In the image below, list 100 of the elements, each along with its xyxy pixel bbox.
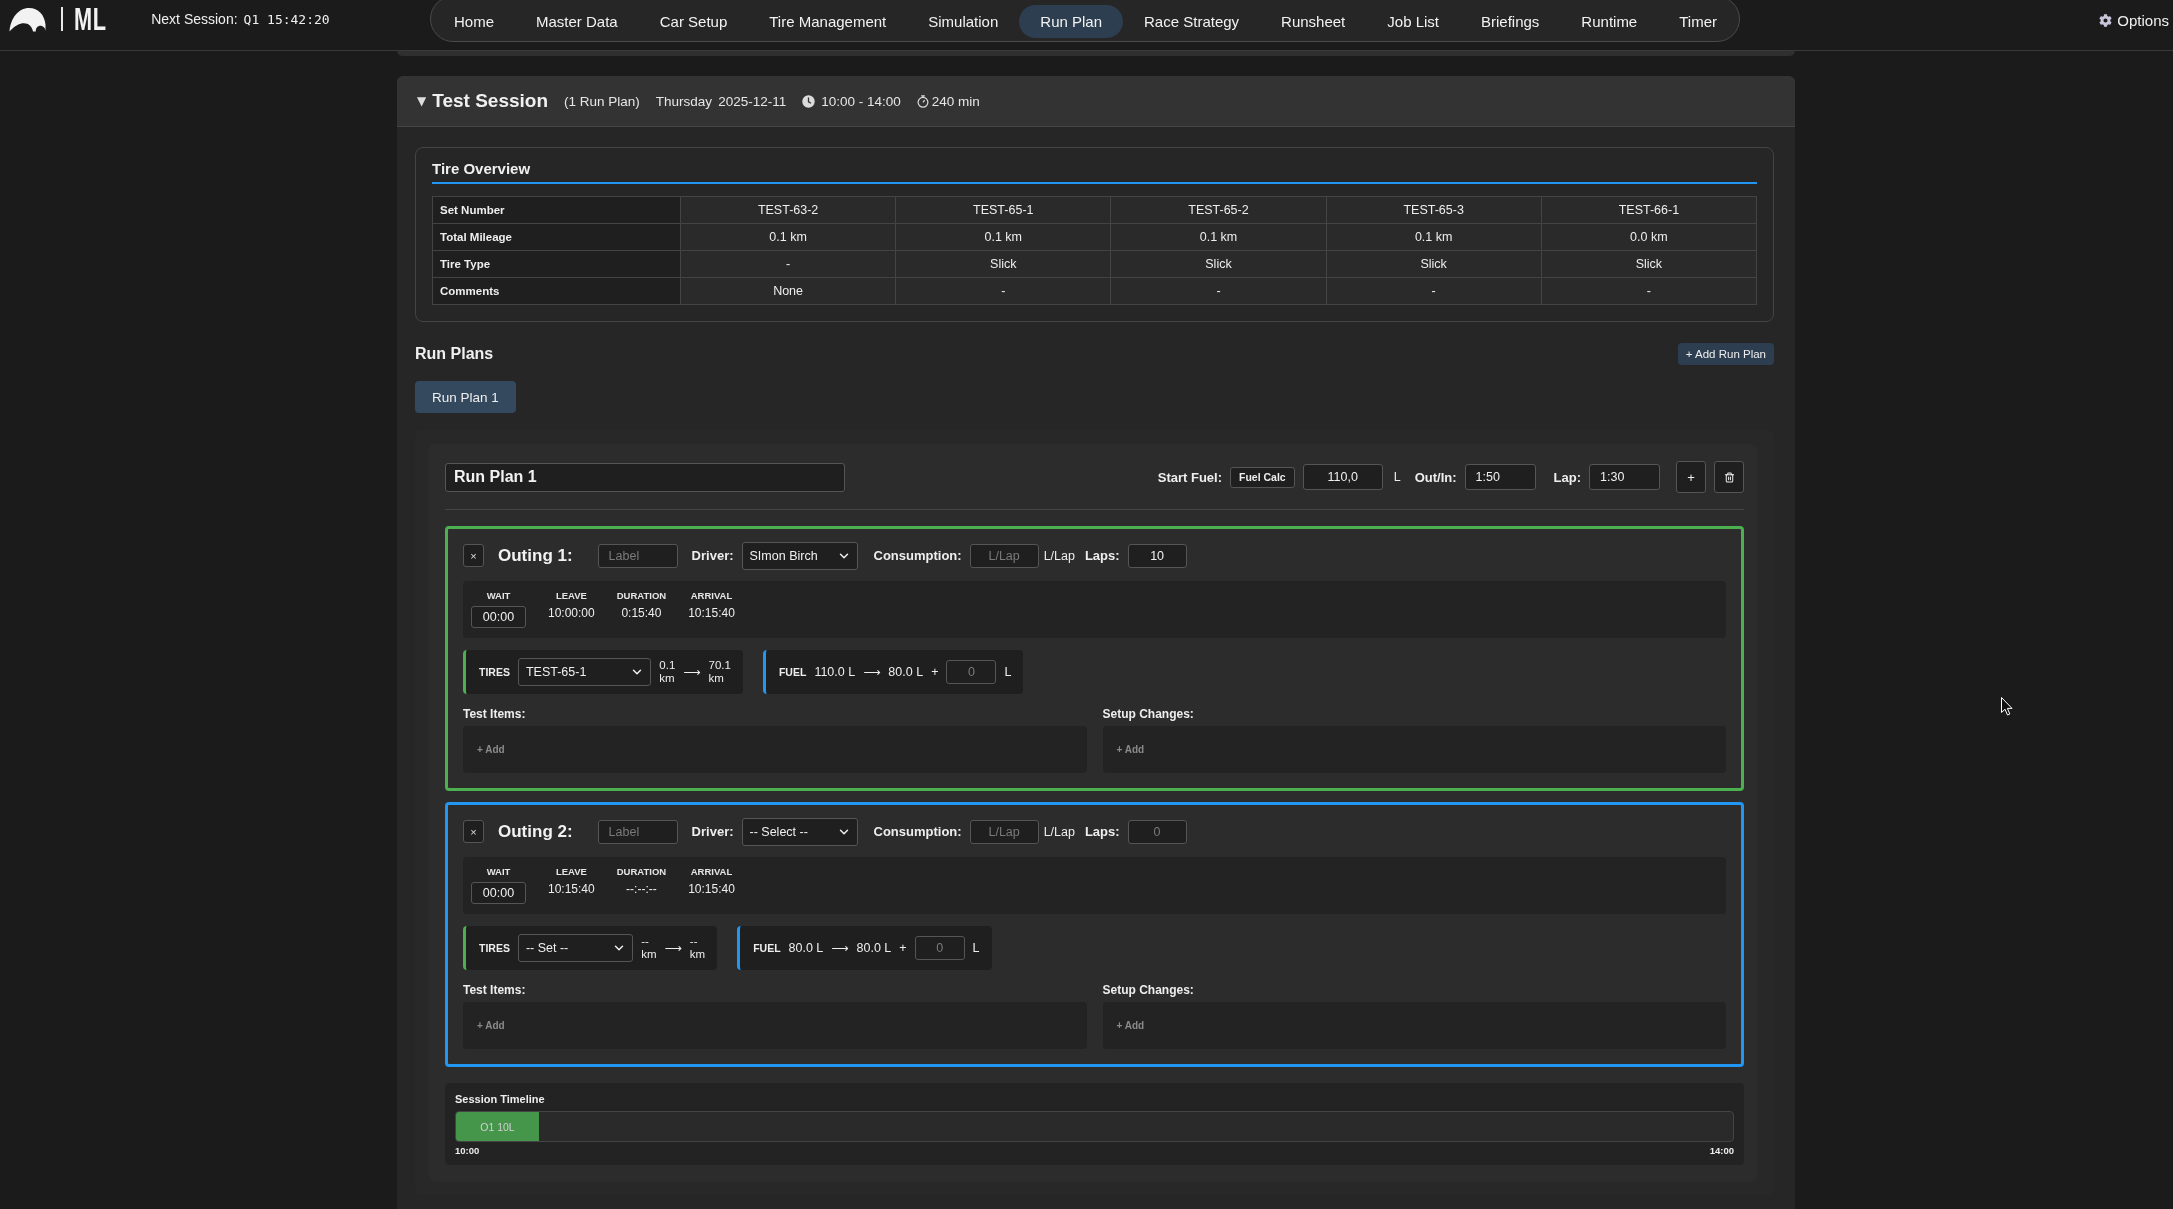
fuel-value: 110.0 L [814, 665, 856, 679]
time-axis-label: 14:00 [1709, 1145, 1734, 1156]
run-plan-tab[interactable]: Run Plan 1 [415, 381, 516, 413]
consumption-field[interactable]: L/Lap [969, 819, 1039, 844]
time-label: WAIT [486, 866, 511, 877]
run-plan-count: (1 Run Plan) [564, 93, 640, 109]
wait-field[interactable]: 00:00 [471, 882, 526, 904]
start-fuel-field[interactable]: 110,0 [1302, 464, 1383, 490]
consumption-field[interactable]: L/Lap [969, 543, 1039, 568]
mileage-value: 0.1 km [659, 659, 676, 685]
table-cell: 0.1 km [1326, 223, 1542, 251]
plus-sign: + [931, 665, 939, 679]
laps-field[interactable]: 10 [1127, 543, 1187, 568]
fuel-calc-button[interactable]: Fuel Calc [1230, 466, 1295, 488]
nav-tab[interactable]: Car Setup [638, 4, 749, 38]
nav-tab[interactable]: Briefings [1460, 4, 1561, 38]
table-cell: 0.1 km [895, 223, 1111, 251]
laps-label: Laps: [1084, 824, 1120, 839]
table-cell: None [680, 277, 896, 305]
close-button[interactable]: × [463, 820, 484, 843]
collapse-toggle[interactable]: ▼ [417, 94, 427, 108]
out-in-field[interactable]: 1:50 [1464, 464, 1536, 490]
lap-field[interactable]: 1:30 [1589, 464, 1660, 490]
options-button[interactable]: Options [2099, 10, 2169, 31]
nav-tab[interactable]: Tire Management [748, 4, 908, 38]
driver-select[interactable]: SImon Birch [741, 541, 858, 570]
table-cell: TEST-65-1 [895, 196, 1111, 224]
outing-title: Outing 1: [498, 545, 573, 566]
nav-tab[interactable]: Race Strategy [1123, 4, 1261, 38]
table-cell: - [1541, 277, 1757, 305]
time-label: ARRIVAL [690, 866, 733, 877]
nav-tab[interactable]: Runtime [1560, 4, 1659, 38]
table-cell: Slick [895, 250, 1111, 278]
out-in-label: Out/In: [1414, 469, 1457, 485]
fuel-value: 80.0 L [788, 941, 824, 955]
plus-sign: + [899, 941, 907, 955]
delete-button[interactable] [1714, 461, 1744, 493]
time-value: --:--:-- [626, 882, 657, 896]
fuel-add-field[interactable]: 0 [946, 660, 997, 684]
row-label: Tire Type [432, 250, 681, 278]
add-item-button[interactable]: + Add [477, 744, 505, 755]
outing-title: Outing 2: [498, 821, 573, 842]
unit-label: L [1393, 470, 1401, 484]
consumption-label: Consumption: [873, 548, 962, 563]
driver-select[interactable]: -- Select -- [741, 817, 858, 846]
time-value: 10:15:40 [688, 606, 735, 620]
table-cell: - [680, 250, 896, 278]
test-items-label: Test Items: [463, 983, 527, 997]
table-cell: Slick [1110, 250, 1327, 278]
settings-icon [2099, 14, 2113, 27]
trash-icon [1723, 471, 1735, 483]
label-field[interactable]: Label [597, 819, 678, 844]
table-cell: - [895, 277, 1111, 305]
stopwatch-icon [916, 94, 929, 108]
timeline-segment: O1 10L [456, 1112, 539, 1141]
table-cell: - [1326, 277, 1542, 305]
nav-tab[interactable]: Master Data [515, 4, 639, 38]
row-label: Comments [432, 277, 681, 305]
nav-tab[interactable]: Runsheet [1260, 4, 1367, 38]
lap-label: Lap: [1553, 469, 1581, 485]
run-plan-name-field[interactable]: Run Plan 1 [445, 462, 845, 492]
row-label: Set Number [432, 196, 681, 224]
add-run-plan-button[interactable]: + Add Run Plan [1677, 343, 1774, 365]
time-value: 10:15:40 [548, 882, 595, 896]
mouse-cursor-icon [2001, 697, 2013, 716]
mileage-value: -- km [689, 935, 706, 961]
nav-tab[interactable]: Run Plan [1019, 4, 1124, 38]
table-cell: 0.0 km [1541, 223, 1757, 251]
tires-label: TIRES [479, 942, 510, 954]
wait-field[interactable]: 00:00 [471, 606, 526, 628]
table-cell: 0.1 km [1110, 223, 1327, 251]
nav-tab[interactable]: Timer [1658, 4, 1738, 38]
close-button[interactable]: × [463, 544, 484, 567]
label-field[interactable]: Label [597, 543, 678, 568]
table-cell: TEST-65-3 [1326, 196, 1542, 224]
nav-tab[interactable]: Simulation [907, 4, 1020, 38]
time-label: WAIT [486, 590, 511, 601]
session-weekday: Thursday [655, 93, 713, 109]
add-item-button[interactable]: + Add [477, 1020, 505, 1031]
add-item-button[interactable]: + Add [1116, 1020, 1145, 1031]
clock-icon [802, 94, 816, 108]
fuel-add-field[interactable]: 0 [914, 936, 965, 960]
mileage-value: -- km [641, 935, 657, 961]
unit-label: L/Lap [1043, 548, 1075, 563]
time-value: 10:15:40 [688, 882, 735, 896]
time-label: DURATION [616, 866, 667, 877]
nav-tab[interactable]: Job List [1366, 4, 1460, 38]
time-axis-label: 10:00 [455, 1145, 480, 1156]
next-session-label: Next Session: [151, 11, 238, 27]
time-label: ARRIVAL [690, 590, 733, 601]
arrow-sign: ⟶ [863, 665, 881, 679]
add-button[interactable]: + [1676, 461, 1706, 493]
unit-label: L [1004, 665, 1012, 679]
nav-tab[interactable]: Home [433, 4, 515, 38]
mileage-value: 70.1 km [708, 659, 731, 685]
laps-field[interactable]: 0 [1127, 819, 1187, 844]
add-item-button[interactable]: + Add [1116, 744, 1145, 755]
tire-set-select[interactable]: -- Set -- [517, 934, 634, 962]
session-title: Test Session [432, 90, 549, 112]
tire-set-select[interactable]: TEST-65-1 [517, 658, 652, 686]
